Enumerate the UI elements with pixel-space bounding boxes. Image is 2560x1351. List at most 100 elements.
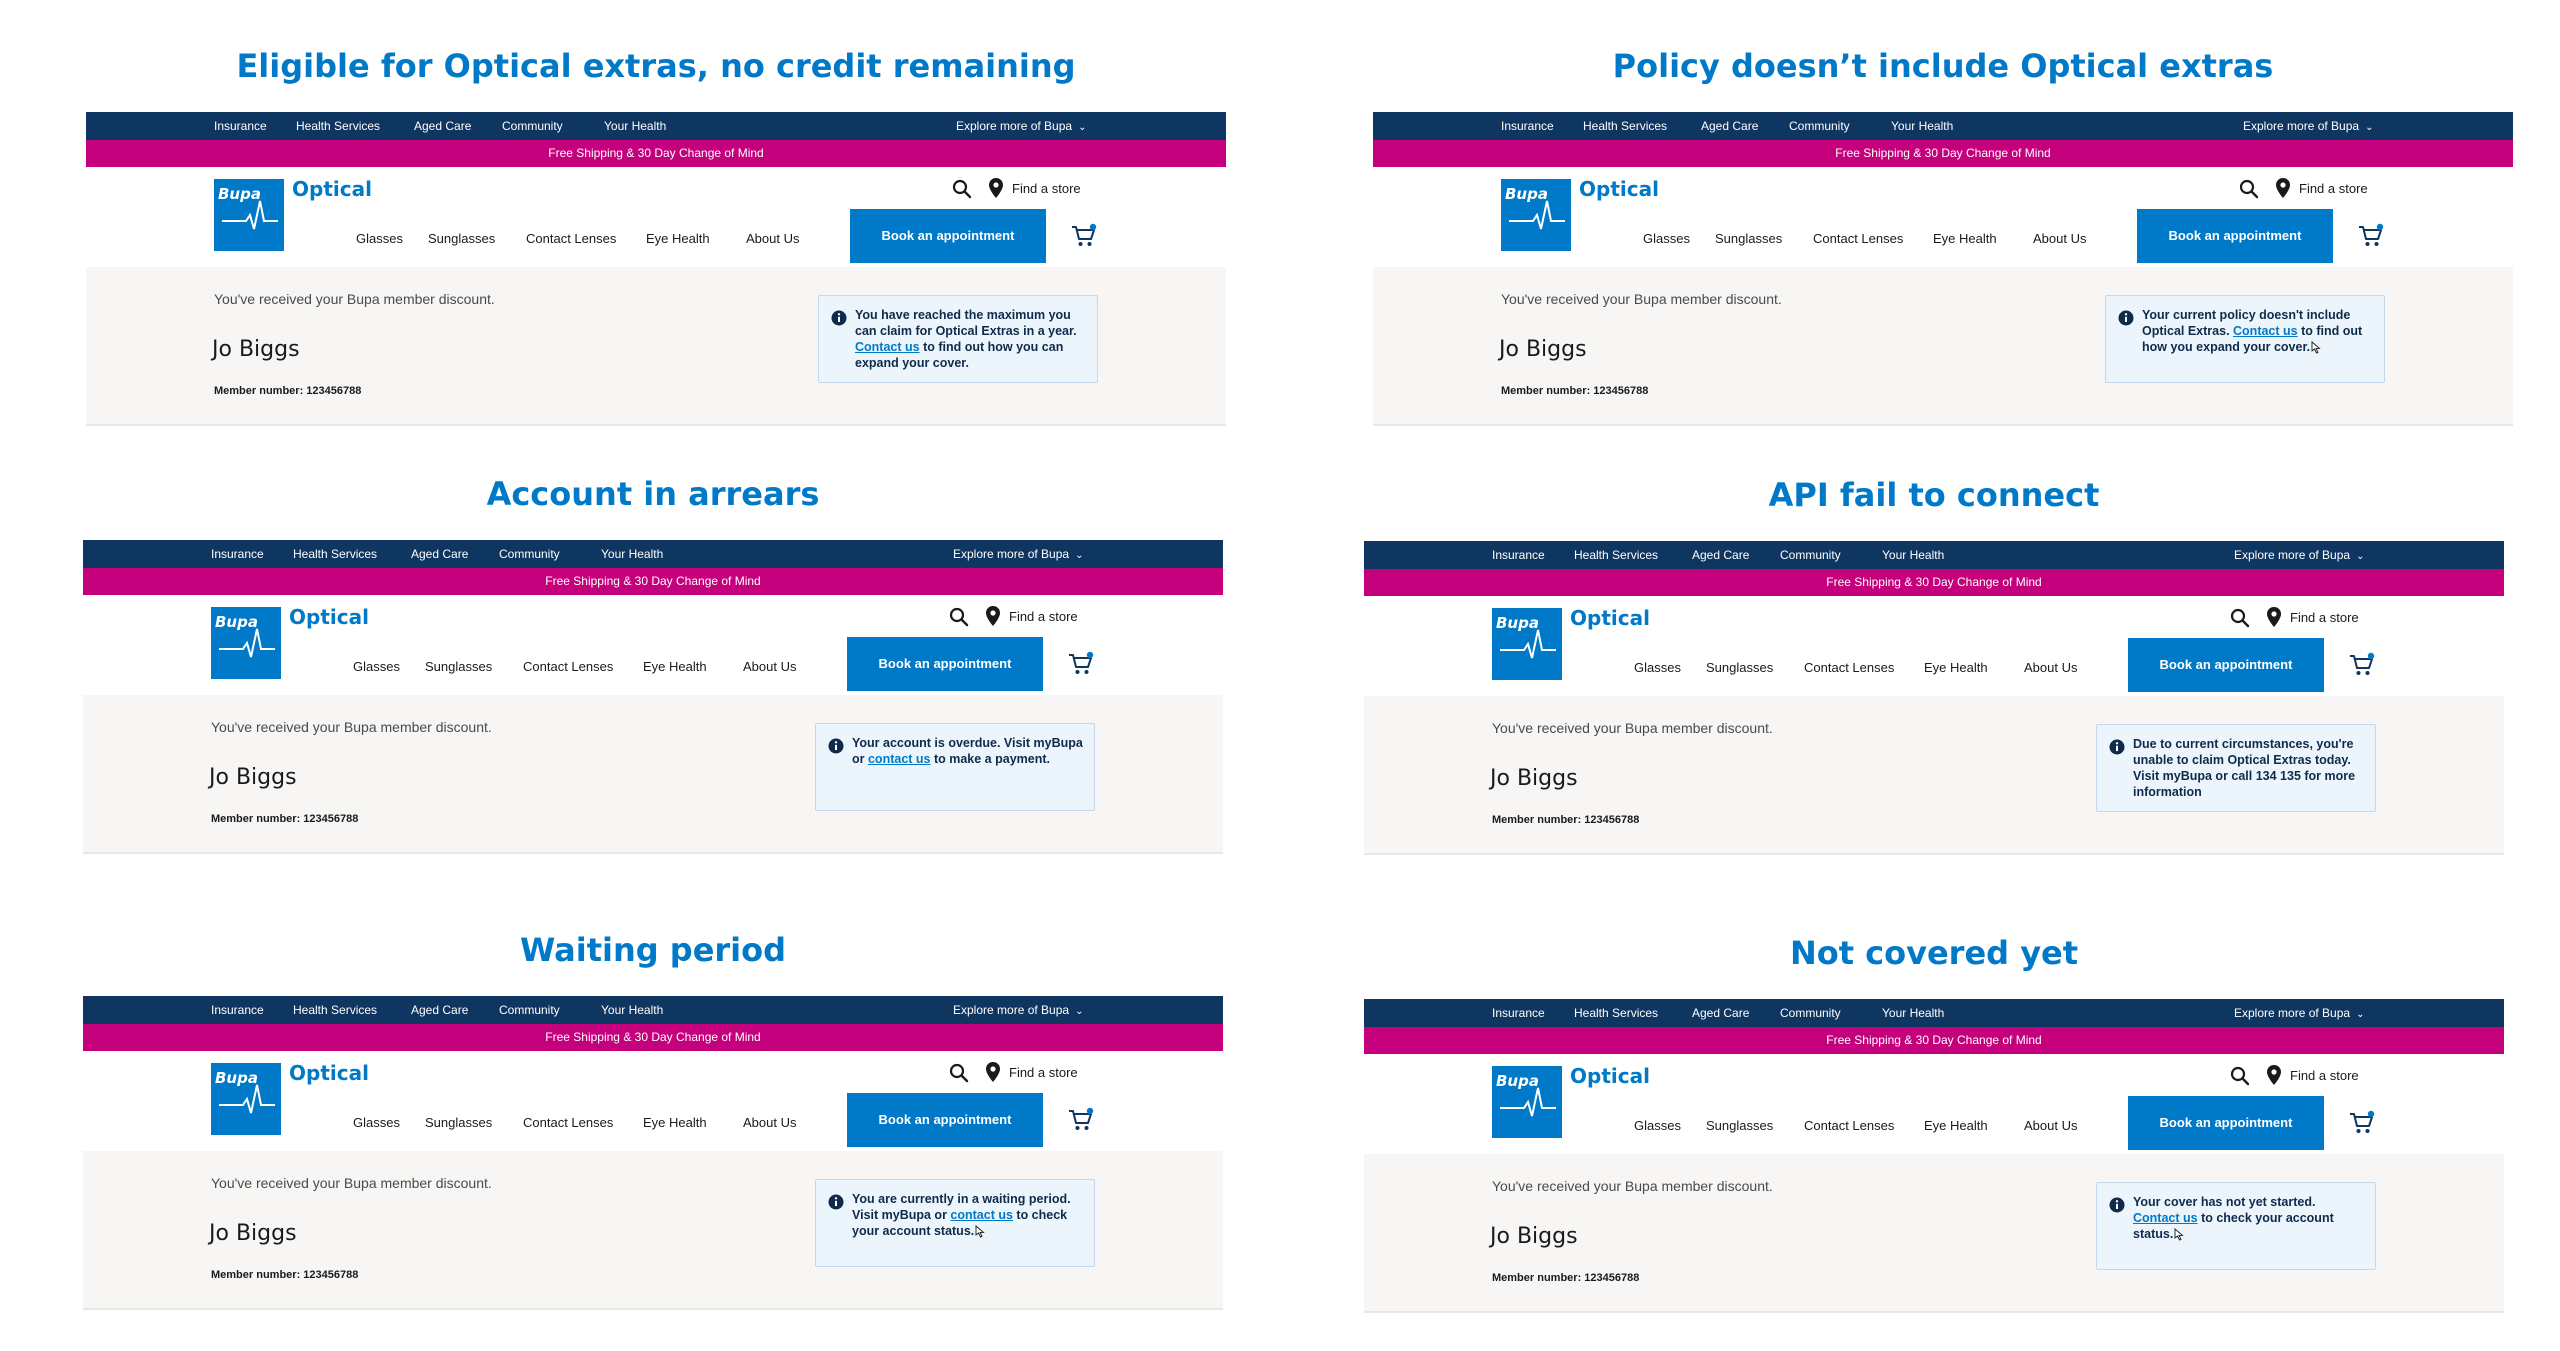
find-a-store-link[interactable]: Find a store <box>2299 181 2368 196</box>
explore-more-dropdown[interactable]: Explore more of Bupa ⌄ <box>2234 541 2364 571</box>
cart-icon[interactable] <box>1068 651 1094 677</box>
topnav-item-insurance[interactable]: Insurance <box>1492 999 1545 1027</box>
topnav-item-community[interactable]: Community <box>1789 112 1850 140</box>
topnav-item-community[interactable]: Community <box>499 996 560 1024</box>
cart-icon[interactable] <box>1071 223 1097 249</box>
book-appointment-button[interactable]: Book an appointment <box>847 1093 1043 1147</box>
nav-contact-lenses[interactable]: Contact Lenses <box>526 231 616 246</box>
book-appointment-button[interactable]: Book an appointment <box>2137 209 2333 263</box>
nav-about-us[interactable]: About Us <box>2033 231 2086 246</box>
explore-more-dropdown[interactable]: Explore more of Bupa ⌄ <box>956 112 1086 142</box>
explore-more-dropdown[interactable]: Explore more of Bupa ⌄ <box>953 540 1083 570</box>
nav-about-us[interactable]: About Us <box>743 1115 796 1130</box>
explore-more-dropdown[interactable]: Explore more of Bupa ⌄ <box>953 996 1083 1026</box>
cart-icon[interactable] <box>2349 1110 2375 1136</box>
explore-more-dropdown[interactable]: Explore more of Bupa ⌄ <box>2243 112 2373 142</box>
topnav-item-health-services[interactable]: Health Services <box>296 112 380 140</box>
topnav-item-aged-care[interactable]: Aged Care <box>1692 999 1749 1027</box>
nav-glasses[interactable]: Glasses <box>1643 231 1690 246</box>
find-a-store-link[interactable]: Find a store <box>2290 1068 2359 1083</box>
search-icon[interactable] <box>949 607 969 627</box>
topnav-item-health-services[interactable]: Health Services <box>1583 112 1667 140</box>
topnav-item-your-health[interactable]: Your Health <box>604 112 666 140</box>
bupa-logo[interactable]: Bupa <box>1492 608 1562 680</box>
nav-eye-health[interactable]: Eye Health <box>646 231 710 246</box>
bupa-logo[interactable]: Bupa <box>211 1063 281 1135</box>
topnav-item-health-services[interactable]: Health Services <box>293 996 377 1024</box>
topnav-item-health-services[interactable]: Health Services <box>1574 999 1658 1027</box>
topnav-item-insurance[interactable]: Insurance <box>211 540 264 568</box>
book-appointment-button[interactable]: Book an appointment <box>850 209 1046 263</box>
nav-sunglasses[interactable]: Sunglasses <box>425 1115 492 1130</box>
bupa-logo[interactable]: Bupa <box>1492 1066 1562 1138</box>
topnav-item-health-services[interactable]: Health Services <box>293 540 377 568</box>
contact-us-link[interactable]: Contact us <box>855 340 920 354</box>
book-appointment-button[interactable]: Book an appointment <box>2128 1096 2324 1150</box>
nav-sunglasses[interactable]: Sunglasses <box>1706 1118 1773 1133</box>
nav-contact-lenses[interactable]: Contact Lenses <box>1804 660 1894 675</box>
nav-eye-health[interactable]: Eye Health <box>1933 231 1997 246</box>
nav-sunglasses[interactable]: Sunglasses <box>425 659 492 674</box>
topnav-item-community[interactable]: Community <box>499 540 560 568</box>
topnav-item-health-services[interactable]: Health Services <box>1574 541 1658 569</box>
nav-contact-lenses[interactable]: Contact Lenses <box>1813 231 1903 246</box>
search-icon[interactable] <box>2230 608 2250 628</box>
topnav-item-aged-care[interactable]: Aged Care <box>1701 112 1758 140</box>
topnav-item-aged-care[interactable]: Aged Care <box>1692 541 1749 569</box>
nav-about-us[interactable]: About Us <box>2024 1118 2077 1133</box>
topnav-item-aged-care[interactable]: Aged Care <box>411 540 468 568</box>
nav-eye-health[interactable]: Eye Health <box>643 659 707 674</box>
topnav-item-community[interactable]: Community <box>1780 541 1841 569</box>
nav-glasses[interactable]: Glasses <box>356 231 403 246</box>
nav-eye-health[interactable]: Eye Health <box>1924 660 1988 675</box>
bupa-logo[interactable]: Bupa <box>211 607 281 679</box>
cart-icon[interactable] <box>1068 1107 1094 1133</box>
search-icon[interactable] <box>952 179 972 199</box>
topnav-item-insurance[interactable]: Insurance <box>1492 541 1545 569</box>
find-a-store-link[interactable]: Find a store <box>1012 181 1081 196</box>
contact-us-link[interactable]: contact us <box>868 752 931 766</box>
topnav-item-insurance[interactable]: Insurance <box>211 996 264 1024</box>
search-icon[interactable] <box>949 1063 969 1083</box>
search-icon[interactable] <box>2239 179 2259 199</box>
book-appointment-button[interactable]: Book an appointment <box>847 637 1043 691</box>
explore-more-dropdown[interactable]: Explore more of Bupa ⌄ <box>2234 999 2364 1029</box>
topnav-item-aged-care[interactable]: Aged Care <box>414 112 471 140</box>
topnav-item-insurance[interactable]: Insurance <box>214 112 267 140</box>
contact-us-link[interactable]: Contact us <box>2133 1211 2198 1225</box>
topnav-item-your-health[interactable]: Your Health <box>1882 541 1944 569</box>
nav-about-us[interactable]: About Us <box>746 231 799 246</box>
topnav-item-community[interactable]: Community <box>1780 999 1841 1027</box>
nav-eye-health[interactable]: Eye Health <box>643 1115 707 1130</box>
nav-contact-lenses[interactable]: Contact Lenses <box>1804 1118 1894 1133</box>
topnav-item-insurance[interactable]: Insurance <box>1501 112 1554 140</box>
search-icon[interactable] <box>2230 1066 2250 1086</box>
find-a-store-link[interactable]: Find a store <box>1009 1065 1078 1080</box>
cart-icon[interactable] <box>2349 652 2375 678</box>
nav-glasses[interactable]: Glasses <box>353 659 400 674</box>
bupa-logo[interactable]: Bupa <box>1501 179 1571 251</box>
nav-about-us[interactable]: About Us <box>743 659 796 674</box>
nav-sunglasses[interactable]: Sunglasses <box>1706 660 1773 675</box>
nav-contact-lenses[interactable]: Contact Lenses <box>523 659 613 674</box>
find-a-store-link[interactable]: Find a store <box>1009 609 1078 624</box>
nav-about-us[interactable]: About Us <box>2024 660 2077 675</box>
topnav-item-your-health[interactable]: Your Health <box>601 540 663 568</box>
find-a-store-link[interactable]: Find a store <box>2290 610 2359 625</box>
topnav-item-your-health[interactable]: Your Health <box>1891 112 1953 140</box>
topnav-item-your-health[interactable]: Your Health <box>601 996 663 1024</box>
contact-us-link[interactable]: Contact us <box>2233 324 2298 338</box>
nav-sunglasses[interactable]: Sunglasses <box>428 231 495 246</box>
topnav-item-aged-care[interactable]: Aged Care <box>411 996 468 1024</box>
cart-icon[interactable] <box>2358 223 2384 249</box>
nav-glasses[interactable]: Glasses <box>353 1115 400 1130</box>
nav-sunglasses[interactable]: Sunglasses <box>1715 231 1782 246</box>
bupa-logo[interactable]: Bupa <box>214 179 284 251</box>
topnav-item-your-health[interactable]: Your Health <box>1882 999 1944 1027</box>
nav-eye-health[interactable]: Eye Health <box>1924 1118 1988 1133</box>
book-appointment-button[interactable]: Book an appointment <box>2128 638 2324 692</box>
contact-us-link[interactable]: contact us <box>950 1208 1013 1222</box>
topnav-item-community[interactable]: Community <box>502 112 563 140</box>
nav-glasses[interactable]: Glasses <box>1634 1118 1681 1133</box>
nav-contact-lenses[interactable]: Contact Lenses <box>523 1115 613 1130</box>
